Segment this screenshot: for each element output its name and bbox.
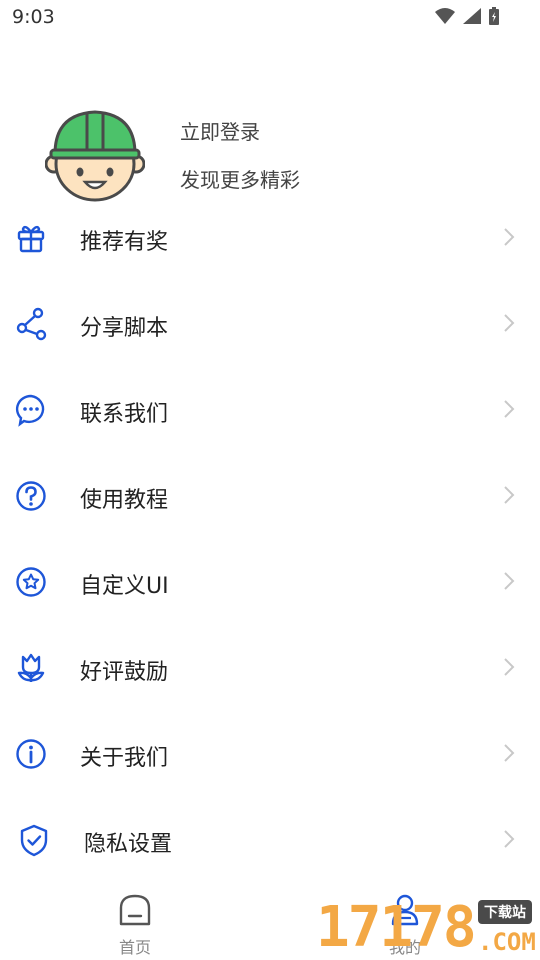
signal-icon — [463, 8, 481, 24]
watermark-logo: 17178 下载站 .COM — [312, 896, 540, 960]
status-icons — [434, 6, 500, 26]
menu-label-about-us: 关于我们 — [80, 746, 169, 771]
nav-tab-home[interactable]: 首页 — [100, 892, 170, 958]
status-bar: 9:03 — [0, 0, 540, 36]
login-link[interactable]: 立即登录 — [180, 116, 260, 145]
chevron-right-icon — [504, 572, 515, 590]
status-time: 9:03 — [12, 6, 55, 28]
chevron-right-icon — [504, 228, 515, 246]
menu-label-tutorial: 使用教程 — [80, 488, 169, 513]
home-icon — [119, 894, 151, 926]
chevron-right-icon — [504, 830, 515, 848]
menu-item-custom-ui[interactable]: 自定义UI — [0, 540, 540, 626]
menu-label-share-script: 分享脚本 — [80, 316, 169, 341]
chevron-right-icon — [504, 314, 515, 332]
avatar[interactable] — [45, 106, 145, 206]
menu-item-privacy[interactable]: 隐私设置 — [0, 798, 540, 884]
menu-item-rate-us[interactable]: 好评鼓励 — [0, 626, 540, 712]
nav-label-home: 首页 — [118, 938, 151, 957]
battery-icon — [489, 7, 499, 25]
menu-label-privacy: 隐私设置 — [84, 832, 173, 857]
menu-item-share-script[interactable]: 分享脚本 — [0, 282, 540, 368]
flower-icon — [17, 653, 45, 682]
menu-label-referral: 推荐有奖 — [80, 230, 169, 255]
menu-label-rate-us: 好评鼓励 — [80, 660, 169, 685]
menu-item-tutorial[interactable]: 使用教程 — [0, 454, 540, 540]
menu-list: 推荐有奖 分享脚本 联系我们 使用教程 自定义UI 好评鼓励 关于我们 隐私设置 — [0, 196, 540, 884]
chevron-right-icon — [504, 486, 515, 504]
watermark-digits: 17178 — [316, 895, 477, 960]
info-icon — [16, 739, 46, 769]
chevron-right-icon — [504, 400, 515, 418]
menu-item-about-us[interactable]: 关于我们 — [0, 712, 540, 798]
shield-icon — [20, 824, 48, 857]
star-badge-icon — [16, 567, 46, 597]
share-icon — [16, 307, 47, 341]
menu-item-contact-us[interactable]: 联系我们 — [0, 368, 540, 454]
profile-subtitle: 发现更多精彩 — [180, 168, 300, 192]
menu-label-contact-us: 联系我们 — [80, 402, 169, 427]
chevron-right-icon — [504, 658, 515, 676]
chevron-right-icon — [504, 744, 515, 762]
watermark-badge: 下载站 — [478, 900, 532, 924]
menu-item-referral[interactable]: 推荐有奖 — [0, 196, 540, 282]
wifi-icon — [435, 8, 455, 24]
watermark-domain: .COM — [478, 928, 536, 956]
help-icon — [16, 481, 46, 511]
profile-header[interactable]: 立即登录 发现更多精彩 — [0, 100, 540, 210]
gift-icon — [17, 225, 45, 253]
chat-icon — [15, 394, 45, 427]
menu-label-custom-ui: 自定义UI — [80, 574, 169, 599]
